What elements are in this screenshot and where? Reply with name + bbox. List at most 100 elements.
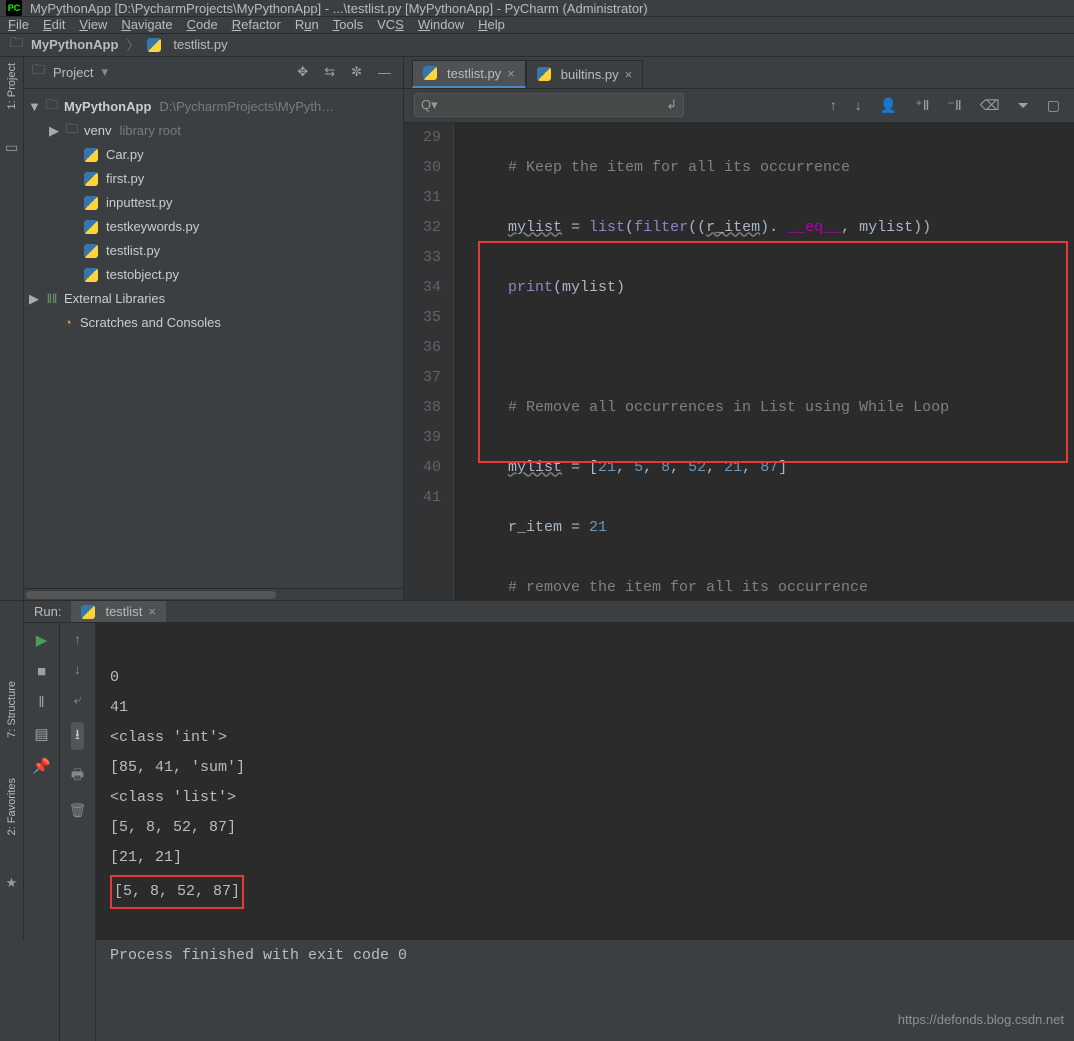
arrow-up-icon[interactable]: ↑ [74, 631, 81, 647]
locate-icon[interactable]: ✥ [293, 64, 312, 80]
more-icon[interactable]: ▢ [1043, 97, 1064, 114]
breadcrumb: 🗀 MyPythonApp 〉 testlist.py [0, 34, 1074, 57]
breadcrumb-root[interactable]: MyPythonApp [31, 37, 118, 52]
editor-tab-builtins[interactable]: builtins.py × [526, 60, 643, 88]
collapse-icon[interactable]: ⇆ [320, 64, 339, 80]
run-tabs: Run: testlist × [24, 601, 1074, 623]
check-icon[interactable]: ⌫ [976, 97, 1004, 114]
folder-icon: 🗀 [32, 61, 45, 83]
menu-help[interactable]: Help [478, 17, 505, 32]
tree-project-root[interactable]: ▼🗀 MyPythonApp D:\PycharmProjects\MyPyth… [24, 95, 403, 119]
bookmarks-icon[interactable]: ▭ [5, 139, 18, 156]
menu-window[interactable]: Window [418, 17, 464, 32]
tree-scratches[interactable]: ◔ Scratches and Consoles [24, 311, 403, 335]
python-file-icon [84, 172, 98, 186]
gutter: 29 30 31 32 33 34 35 36 37 38 39 40 41 [404, 123, 454, 600]
menubar: File Edit View Navigate Code Refactor Ru… [0, 17, 1074, 34]
run-label: Run: [34, 604, 61, 619]
filter-icon[interactable]: ⏷ [1014, 97, 1033, 114]
project-header: 🗀 Project ▾ ✥ ⇆ ✼ — [24, 57, 403, 89]
python-file-icon [81, 605, 95, 619]
code-area[interactable]: # Keep the item for all its occurrence m… [454, 123, 1074, 600]
arrow-up-icon[interactable]: ↑ [826, 97, 841, 113]
scrollbar-thumb[interactable] [26, 591, 276, 599]
menu-refactor[interactable]: Refactor [232, 17, 281, 32]
watermark: https://defonds.blog.csdn.net [898, 1005, 1064, 1035]
tree-venv[interactable]: ▶🗀 venv library root [24, 119, 403, 143]
remove-icon[interactable]: ⁻Ⅱ [943, 97, 965, 114]
enter-icon: ↲ [666, 97, 677, 113]
titlebar: PC MyPythonApp [D:\PycharmProjects\MyPyt… [0, 0, 1074, 17]
editor-tabs: testlist.py × builtins.py × [404, 57, 1074, 89]
python-file-icon [84, 268, 98, 282]
play-icon[interactable]: ▶ [36, 631, 48, 649]
highlighted-output: [5, 8, 52, 87] [110, 875, 244, 909]
menu-file[interactable]: File [8, 17, 29, 32]
person-icon[interactable]: 👤 [876, 97, 901, 114]
editor-tab-testlist[interactable]: testlist.py × [412, 60, 526, 88]
python-file-icon [84, 196, 98, 210]
menu-run[interactable]: Run [295, 17, 319, 32]
arrow-down-icon[interactable]: ↓ [74, 661, 81, 677]
gear-icon[interactable]: ✼ [347, 64, 366, 80]
print-icon[interactable]: 🖶 [71, 764, 84, 788]
run-actions-primary: ▶ ■ ‖ ▤ 📌 [24, 623, 60, 1041]
tool-tab-project[interactable]: 1: Project [6, 63, 18, 109]
run-tool-window: 7: Structure 2: Favorites ★ Run: testlis… [0, 600, 1074, 940]
project-dropdown[interactable]: Project [53, 65, 93, 80]
menu-tools[interactable]: Tools [333, 17, 363, 32]
star-icon[interactable]: ★ [6, 875, 18, 891]
close-icon[interactable]: × [148, 604, 156, 619]
breadcrumb-file[interactable]: testlist.py [173, 37, 227, 52]
chevron-down-icon[interactable]: ▾ [101, 64, 108, 80]
tool-tab-structure[interactable]: 7: Structure [6, 681, 18, 738]
chevron-right-icon: 〉 [126, 35, 139, 54]
editor-toolbar: Q▾ ↲ ↑ ↓ 👤 ⁺Ⅱ ⁻Ⅱ ⌫ ⏷ ▢ [404, 89, 1074, 123]
python-file-icon [84, 148, 98, 162]
wrap-icon[interactable]: ⤶ [74, 691, 82, 708]
project-tool-window: 🗀 Project ▾ ✥ ⇆ ✼ — ▼🗀 MyPythonApp D:\Py… [24, 57, 404, 600]
menu-view[interactable]: View [79, 17, 107, 32]
tree-file[interactable]: testlist.py [24, 239, 403, 263]
left-tool-strip: 1: Project ▭ [0, 57, 24, 600]
tree-file[interactable]: testkeywords.py [24, 215, 403, 239]
search-input[interactable]: Q▾ ↲ [414, 93, 684, 117]
tree-file[interactable]: inputtest.py [24, 191, 403, 215]
menu-navigate[interactable]: Navigate [121, 17, 172, 32]
python-file-icon [423, 66, 437, 80]
tree-file[interactable]: testobject.py [24, 263, 403, 287]
tree-external-libs[interactable]: ▶‖‖ External Libraries [24, 287, 403, 311]
python-file-icon [537, 67, 551, 81]
console-output[interactable]: 0 41 <class 'int'> [85, 41, 'sum'] <clas… [96, 623, 1074, 1041]
editor: testlist.py × builtins.py × Q▾ ↲ ↑ ↓ 👤 ⁺… [404, 57, 1074, 600]
run-tab-testlist[interactable]: testlist × [71, 601, 165, 622]
arrow-down-icon[interactable]: ↓ [851, 97, 866, 113]
folder-icon: 🗀 [10, 34, 23, 56]
tree-file[interactable]: Car.py [24, 143, 403, 167]
trash-icon[interactable]: 🗑 [69, 802, 87, 819]
window-title: MyPythonApp [D:\PycharmProjects\MyPython… [30, 1, 648, 16]
tool-tab-favorites[interactable]: 2: Favorites [6, 778, 18, 835]
close-icon[interactable]: × [625, 67, 633, 82]
hide-icon[interactable]: — [374, 65, 395, 80]
python-file-icon [147, 38, 161, 52]
app-logo-icon: PC [6, 0, 22, 16]
menu-edit[interactable]: Edit [43, 17, 65, 32]
editor-body[interactable]: 29 30 31 32 33 34 35 36 37 38 39 40 41 #… [404, 123, 1074, 600]
left-tool-strip-bottom: 7: Structure 2: Favorites ★ [0, 601, 24, 940]
project-tree[interactable]: ▼🗀 MyPythonApp D:\PycharmProjects\MyPyth… [24, 89, 403, 588]
stop-icon[interactable]: ■ [37, 663, 46, 680]
menu-code[interactable]: Code [187, 17, 218, 32]
python-file-icon [84, 244, 98, 258]
pause-icon[interactable]: ‖ [38, 694, 44, 711]
layout-icon[interactable]: ▤ [34, 725, 48, 743]
menu-vcs[interactable]: VCS [377, 17, 404, 32]
run-actions-secondary: ↑ ↓ ⤶ ⭳ 🖶 🗑 [60, 623, 96, 1041]
pin-icon[interactable]: 📌 [32, 757, 51, 775]
insert-icon[interactable]: ⁺Ⅱ [911, 97, 933, 114]
tree-scrollbar[interactable] [24, 588, 403, 600]
tree-file[interactable]: first.py [24, 167, 403, 191]
close-icon[interactable]: × [507, 66, 515, 81]
python-file-icon [84, 220, 98, 234]
scroll-to-end-icon[interactable]: ⭳ [71, 722, 84, 750]
